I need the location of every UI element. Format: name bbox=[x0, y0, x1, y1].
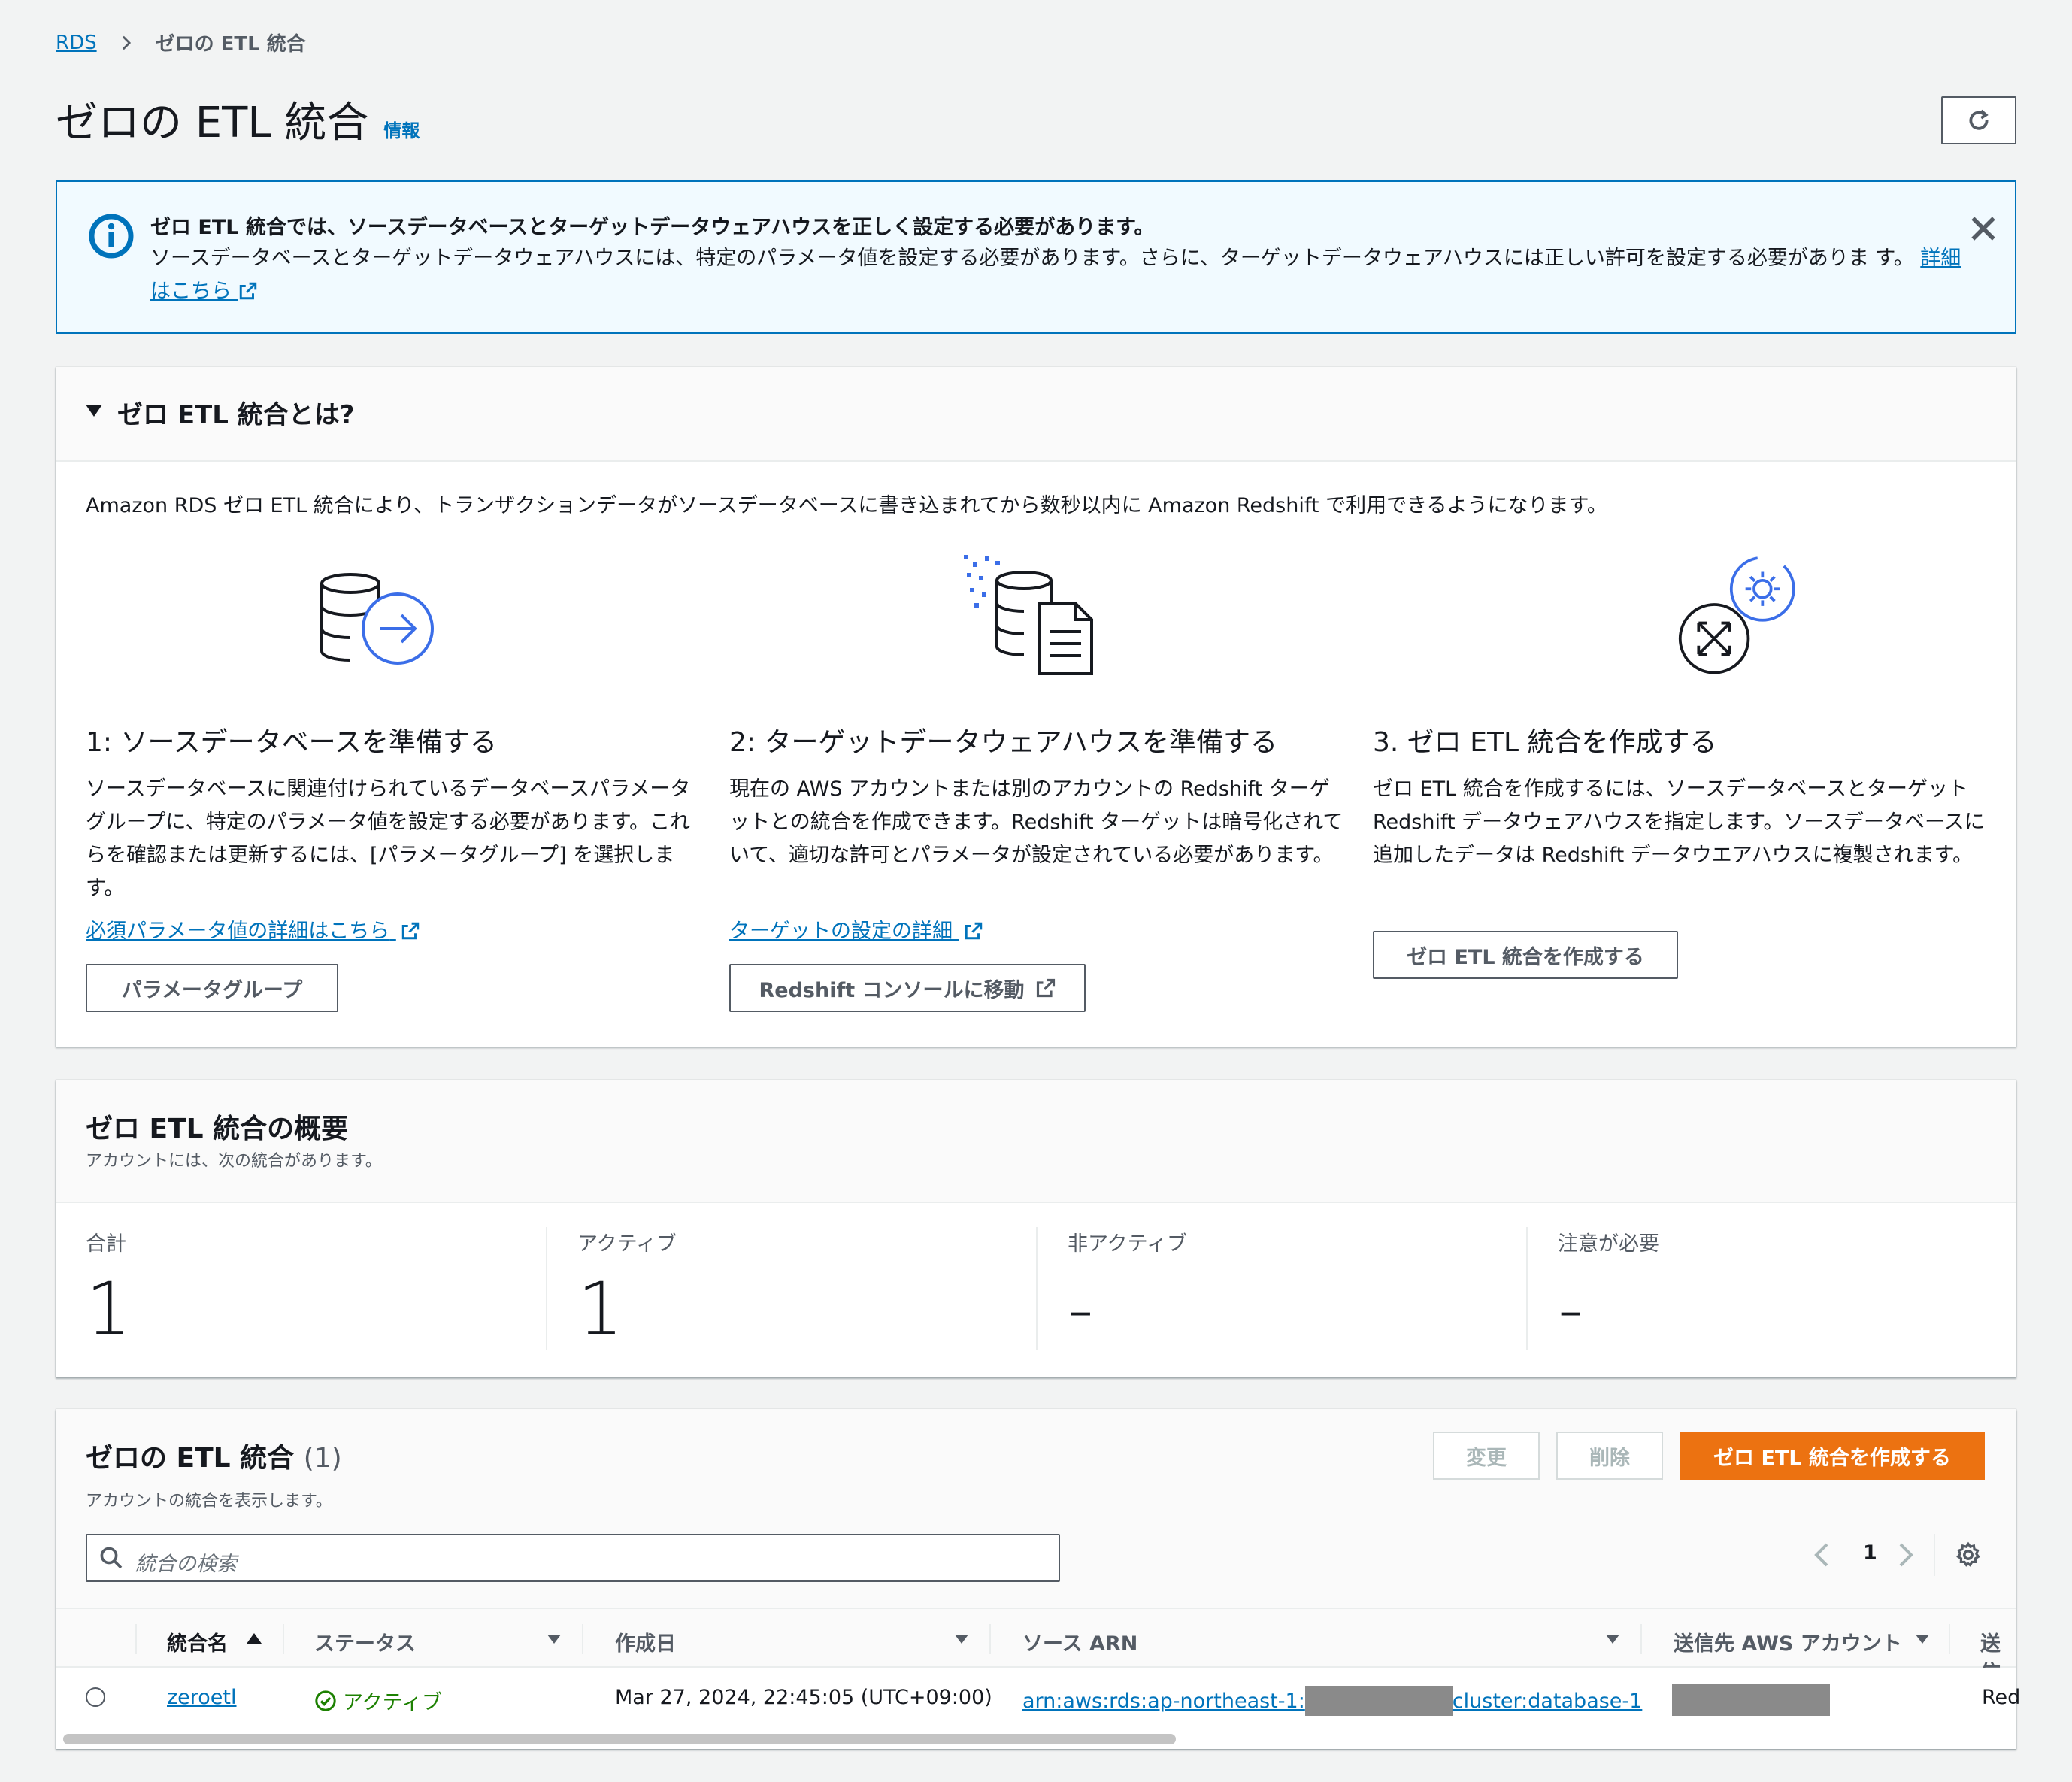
row-select-radio[interactable] bbox=[86, 1687, 105, 1707]
breadcrumb-current: ゼロの ETL 統合 bbox=[155, 33, 306, 56]
column-header-name[interactable]: 統合名 bbox=[167, 1627, 228, 1656]
integration-gear-icon bbox=[1678, 556, 1795, 674]
step-3 bbox=[1373, 556, 1989, 684]
step-2-desc: 現在の AWS アカウントまたは別のアカウントの Redshift ターゲットと… bbox=[729, 777, 1343, 867]
info-link[interactable]: 情報 bbox=[383, 116, 420, 142]
step-1-desc: ソースデータベースに関連付けられているデータベースパラメータグループに、特定のパ… bbox=[86, 777, 691, 900]
delete-button[interactable]: 削除 bbox=[1556, 1432, 1663, 1480]
step-3-title: 3. ゼロ ETL 統合を作成する bbox=[1373, 727, 1717, 758]
summary-title: ゼロ ETL 統合の概要 bbox=[86, 1114, 349, 1144]
sort-caret-icon bbox=[955, 1635, 968, 1644]
column-header-source-arn[interactable]: ソース ARN bbox=[1022, 1627, 1137, 1656]
column-header-dest-account[interactable]: 送信先 AWS アカウント bbox=[1674, 1627, 1902, 1656]
breadcrumb: RDS ゼロの ETL 統合 bbox=[56, 29, 306, 56]
what-is-intro: Amazon RDS ゼロ ETL 統合により、トランザクションデータがソースデ… bbox=[86, 494, 1607, 517]
column-header-status[interactable]: ステータス bbox=[314, 1627, 416, 1656]
scrollbar-thumb[interactable] bbox=[63, 1734, 1176, 1744]
redshift-console-label: Redshift コンソールに移動 bbox=[759, 978, 1025, 1002]
alert-body: ソースデータベースとターゲットデータウェアハウスには、特定のパラメータ値を設定す… bbox=[150, 242, 1970, 308]
refresh-icon bbox=[1969, 109, 1989, 130]
step-2-link[interactable]: ターゲットの設定の詳細 bbox=[729, 914, 983, 944]
search-icon bbox=[100, 1547, 123, 1569]
sort-ascending-icon bbox=[247, 1633, 262, 1644]
step-2-title: 2: ターゲットデータウェアハウスを準備する bbox=[729, 727, 1278, 758]
step-1 bbox=[86, 562, 702, 693]
integrations-table-panel: ゼロの ETL 統合 (1) アカウントの統合を表示します。 変更 削除 ゼロ … bbox=[56, 1409, 2020, 1749]
search-placeholder: 統合の検索 bbox=[135, 1553, 237, 1576]
info-circle-icon bbox=[89, 214, 134, 259]
table-subtitle: アカウントの統合を表示します。 bbox=[86, 1492, 332, 1511]
parameter-group-button[interactable]: パラメータグループ bbox=[86, 964, 338, 1012]
external-link-icon bbox=[401, 922, 420, 940]
external-link-icon bbox=[965, 922, 982, 940]
chevron-right-icon[interactable] bbox=[1895, 1541, 1916, 1568]
summary-header: ゼロ ETL 統合の概要 アカウントには、次の統合があります。 bbox=[56, 1080, 2016, 1203]
close-icon[interactable] bbox=[1967, 212, 2000, 245]
redshift-console-button[interactable]: Redshift コンソールに移動 bbox=[729, 964, 1086, 1012]
sort-caret-icon bbox=[1916, 1635, 1929, 1644]
sort-caret-icon bbox=[1606, 1635, 1619, 1644]
modify-button[interactable]: 変更 bbox=[1433, 1432, 1540, 1480]
metric-needs-attention: 注意が必要 - bbox=[1558, 1232, 1659, 1351]
redacted-account-id bbox=[1304, 1686, 1453, 1716]
column-header-created[interactable]: 作成日 bbox=[615, 1627, 676, 1656]
sort-caret-icon bbox=[547, 1635, 561, 1644]
table-count: (1) bbox=[303, 1443, 342, 1474]
redacted-dest-account bbox=[1672, 1684, 1830, 1716]
chevron-right-icon bbox=[122, 35, 131, 50]
summary-subtitle: アカウントには、次の統合があります。 bbox=[86, 1152, 382, 1171]
table-row[interactable]: zeroetl アクティブ Mar 27, 2024, 22:45:05 (UT… bbox=[56, 1668, 2020, 1728]
integration-name-link[interactable]: zeroetl bbox=[167, 1686, 237, 1709]
create-integration-primary-button[interactable]: ゼロ ETL 統合を作成する bbox=[1680, 1432, 1985, 1480]
table-header: ゼロの ETL 統合 (1) アカウントの統合を表示します。 変更 削除 ゼロ … bbox=[56, 1409, 2016, 1608]
step-2 bbox=[729, 555, 1346, 681]
caret-down-icon bbox=[86, 405, 102, 417]
what-is-title: ゼロ ETL 統合とは? bbox=[117, 400, 355, 430]
page-title: ゼロの ETL 統合 bbox=[56, 98, 369, 147]
page-header: ゼロの ETL 統合 情報 bbox=[56, 89, 420, 150]
status-badge: アクティブ bbox=[314, 1686, 442, 1715]
database-arrow-icon bbox=[320, 573, 434, 665]
external-link-icon bbox=[1036, 978, 1055, 998]
breadcrumb-rds-link[interactable]: RDS bbox=[56, 32, 97, 54]
chevron-left-icon[interactable] bbox=[1812, 1541, 1833, 1568]
external-link-icon bbox=[239, 282, 256, 300]
create-integration-button[interactable]: ゼロ ETL 統合を作成する bbox=[1373, 931, 1678, 979]
metric-active: アクティブ 1 bbox=[577, 1232, 677, 1351]
step-1-title: 1: ソースデータベースを準備する bbox=[86, 727, 497, 758]
metric-total: 合計 1 bbox=[86, 1232, 132, 1351]
page-number[interactable]: 1 bbox=[1863, 1541, 1877, 1565]
summary-panel: ゼロ ETL 統合の概要 アカウントには、次の統合があります。 合計 1 アクテ… bbox=[56, 1080, 2016, 1377]
table-column-headers: 統合名 ステータス 作成日 ソース ARN 送信先 AWS アカウント 送信 bbox=[56, 1608, 2016, 1685]
horizontal-scrollbar[interactable] bbox=[56, 1728, 2016, 1749]
info-alert: ゼロ ETL 統合では、ソースデータベースとターゲットデータウェアハウスを正しく… bbox=[56, 180, 2016, 334]
database-document-icon bbox=[964, 555, 1093, 675]
dest-partial-cell: Red bbox=[1982, 1686, 2021, 1709]
table-title: ゼロの ETL 統合 (1) bbox=[86, 1443, 342, 1474]
alert-title: ゼロ ETL 統合では、ソースデータベースとターゲットデータウェアハウスを正しく… bbox=[150, 216, 1155, 239]
source-arn-link[interactable]: arn:aws:rds:ap-northeast-1: cluster:data… bbox=[1022, 1686, 1642, 1716]
alert-text: ソースデータベースとターゲットデータウェアハウスには、特定のパラメータ値を設定す… bbox=[150, 247, 1914, 270]
search-input[interactable]: 統合の検索 bbox=[86, 1534, 1060, 1582]
step-3-desc: ゼロ ETL 統合を作成するには、ソースデータベースとターゲット Redshif… bbox=[1373, 777, 1985, 867]
gear-icon[interactable] bbox=[1955, 1541, 1982, 1568]
metric-inactive: 非アクティブ - bbox=[1068, 1232, 1188, 1351]
what-is-panel: ゼロ ETL 統合とは? Amazon RDS ゼロ ETL 統合により、トラン… bbox=[56, 367, 2016, 1047]
refresh-button[interactable] bbox=[1941, 96, 2016, 144]
created-date: Mar 27, 2024, 22:45:05 (UTC+09:00) bbox=[615, 1686, 992, 1709]
what-is-header[interactable]: ゼロ ETL 統合とは? bbox=[56, 367, 2016, 462]
step-1-link[interactable]: 必須パラメータ値の詳細はこちら bbox=[86, 914, 420, 944]
success-check-icon bbox=[315, 1690, 336, 1711]
